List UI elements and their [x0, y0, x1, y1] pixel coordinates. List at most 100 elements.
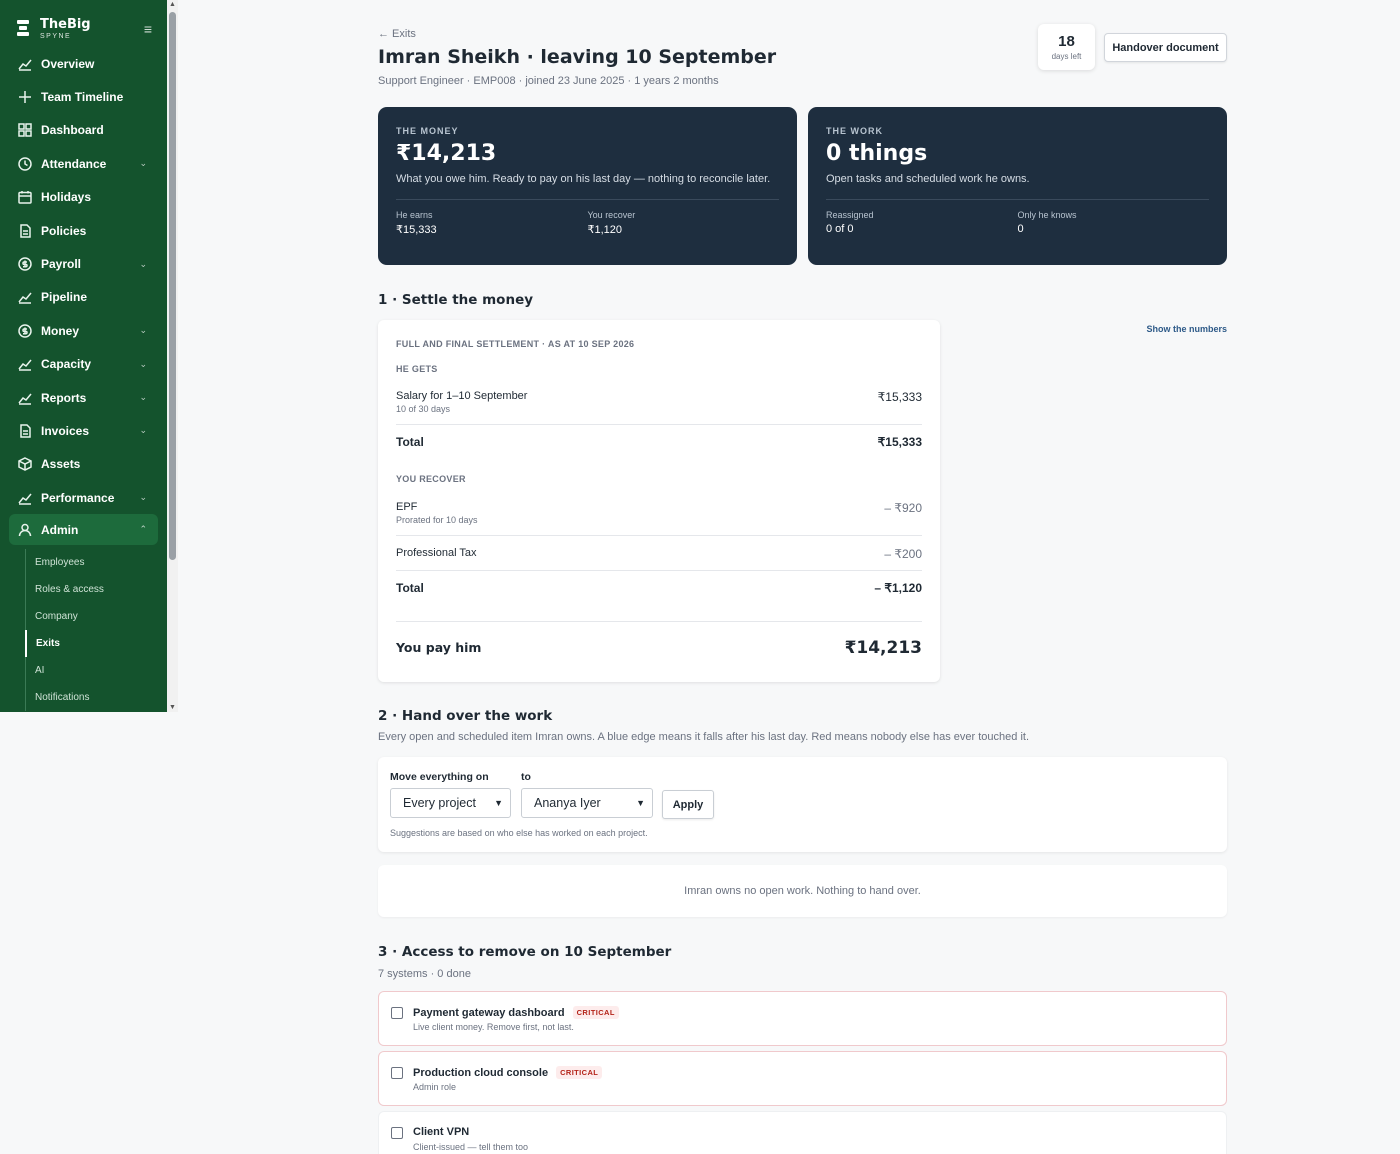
sidebar-item-label: Holidays — [41, 190, 92, 205]
access-section-title: 3 · Access to remove on 10 September — [378, 944, 672, 960]
only-he-knows-stat: Only he knows 0 — [1018, 210, 1210, 235]
scrollbar-thumb[interactable] — [169, 12, 176, 560]
brand-logo-icon — [17, 20, 29, 38]
back-link[interactable]: ← Exits — [378, 28, 416, 40]
user-icon — [18, 523, 41, 537]
chevron-down-icon: ⌄ — [139, 358, 147, 369]
chevron-up-icon: ⌃ — [139, 524, 147, 535]
sidebar-item-dashboard[interactable]: Dashboard — [0, 114, 167, 147]
project-select[interactable]: Every project ▼ — [390, 788, 511, 818]
sidebar-sub-roles-access[interactable]: Roles & access — [26, 576, 167, 603]
you-pay-label: You pay him — [396, 640, 482, 655]
divider — [396, 199, 779, 200]
row-label: Salary for 1–10 September — [396, 390, 528, 402]
chart-line-icon — [18, 357, 41, 371]
sidebar-item-label: Pipeline — [41, 290, 88, 305]
access-name-line: Client VPN — [413, 1126, 469, 1138]
chevron-down-icon: ⌄ — [139, 158, 147, 169]
chevron-down-icon: ▼ — [494, 798, 503, 808]
you-pay-row: You pay him ₹14,213 — [396, 621, 922, 673]
apply-button[interactable]: Apply — [662, 790, 714, 819]
sidebar-item-label: Assets — [41, 457, 81, 472]
sidebar-sub-ai[interactable]: AI — [26, 657, 167, 684]
sidebar-item-money[interactable]: Money ⌄ — [0, 314, 167, 347]
sidebar-item-label: Policies — [41, 223, 87, 238]
chart-line-icon — [18, 290, 41, 305]
sidebar-item-label: Overview — [41, 56, 95, 71]
sidebar-item-capacity[interactable]: Capacity ⌄ — [0, 348, 167, 381]
access-checkbox[interactable] — [391, 1127, 403, 1139]
scroll-down-icon[interactable]: ▼ — [169, 704, 176, 711]
sidebar-scrollbar[interactable]: ▲ ▼ — [167, 0, 178, 712]
person-select[interactable]: Ananya Iyer ▼ — [521, 788, 653, 818]
menu-toggle-icon[interactable]: ≡ — [144, 21, 152, 37]
grid-icon — [18, 123, 41, 138]
row-amount: – ₹920 — [884, 501, 922, 515]
row-amount: – ₹200 — [884, 547, 922, 561]
sidebar-item-label: Attendance — [41, 156, 107, 171]
sidebar-item-policies[interactable]: Policies — [0, 214, 167, 247]
sidebar: TheBig SPYNE ≡ Overview Team Timeline Dash… — [0, 0, 167, 712]
sidebar-item-performance[interactable]: Performance ⌄ — [0, 481, 167, 514]
sidebar-item-invoices[interactable]: Invoices ⌄ — [0, 414, 167, 447]
chevron-down-icon: ⌄ — [139, 392, 147, 403]
to-label: to — [521, 771, 531, 783]
stat-label: Reassigned — [826, 210, 874, 220]
sidebar-item-team-timeline[interactable]: Team Timeline — [0, 80, 167, 113]
money-card: THE MONEY ₹14,213 What you owe him. Read… — [378, 107, 797, 265]
reassigned-stat: Reassigned 0 of 0 — [826, 210, 1018, 235]
sidebar-item-attendance[interactable]: Attendance ⌄ — [0, 147, 167, 180]
chevron-down-icon: ⌄ — [139, 258, 147, 269]
sidebar-item-label: Money — [41, 323, 80, 338]
settlement-caption: FULL AND FINAL SETTLEMENT · AS AT 10 SEP… — [396, 339, 635, 349]
page-subtitle: Support Engineer · EMP008 · joined 23 Ju… — [378, 75, 719, 87]
sidebar-sub-company[interactable]: Company — [26, 603, 167, 630]
show-numbers-link[interactable]: Show the numbers — [1146, 324, 1227, 334]
sidebar-item-admin[interactable]: Admin ⌃ — [9, 514, 158, 546]
row-sub: 10 of 30 days — [396, 404, 451, 414]
dollar-coin-icon — [18, 324, 41, 338]
days-left-badge: 18 days left — [1038, 24, 1095, 70]
sidebar-nav: Overview Team Timeline Dashboard Attendance… — [0, 46, 167, 546]
move-hint: Suggestions are based on who else has wo… — [390, 828, 648, 838]
sidebar-item-assets[interactable]: Assets — [0, 448, 167, 481]
access-name: Payment gateway dashboard — [413, 1007, 565, 1019]
chevron-down-icon: ▼ — [636, 798, 645, 808]
scroll-up-icon[interactable]: ▲ — [169, 1, 176, 8]
access-checkbox[interactable] — [391, 1067, 403, 1079]
sidebar-item-label: Admin — [41, 522, 79, 537]
handover-document-button[interactable]: Handover document — [1104, 33, 1227, 62]
chart-line-icon — [18, 391, 41, 405]
access-checkbox[interactable] — [391, 1007, 403, 1019]
access-name-line: Production cloud console CRITICAL — [413, 1066, 603, 1079]
he-gets-label: HE GETS — [396, 364, 438, 374]
row-sub: Prorated for 10 days — [396, 515, 478, 525]
brand: TheBig SPYNE ≡ — [0, 0, 167, 46]
access-item-cloud-console: Production cloud console CRITICAL Admin r… — [378, 1051, 1227, 1106]
sidebar-item-label: Payroll — [41, 257, 82, 272]
sidebar-item-overview[interactable]: Overview — [0, 47, 167, 80]
document-icon — [18, 223, 41, 238]
sidebar-sub-employees[interactable]: Employees — [26, 549, 167, 576]
work-card-value: 0 things — [826, 141, 928, 166]
stat-label: Only he knows — [1017, 210, 1077, 220]
access-summary: 7 systems · 0 done — [378, 968, 471, 980]
sidebar-item-pipeline[interactable]: Pipeline — [0, 281, 167, 314]
access-desc: Live client money. Remove first, not las… — [413, 1022, 574, 1032]
sidebar-item-label: Invoices — [41, 423, 90, 438]
no-work-message: Imran owns no open work. Nothing to hand… — [378, 865, 1227, 917]
settlement-row: EPF Prorated for 10 days – ₹920 — [396, 501, 922, 536]
divider — [826, 199, 1209, 200]
sidebar-sub-exits[interactable]: Exits — [25, 630, 167, 658]
stat-value: 0 of 0 — [826, 223, 854, 235]
sidebar-item-payroll[interactable]: Payroll ⌄ — [0, 247, 167, 280]
recover-total-row: Total – ₹1,120 — [396, 581, 922, 595]
brand-name: TheBig — [40, 16, 91, 32]
sidebar-item-reports[interactable]: Reports ⌄ — [0, 381, 167, 414]
sidebar-item-holidays[interactable]: Holidays — [0, 181, 167, 214]
sidebar-sub-notifications[interactable]: Notifications — [26, 684, 167, 711]
access-name-line: Payment gateway dashboard CRITICAL — [413, 1006, 619, 1019]
days-left-number: 18 — [1058, 33, 1075, 50]
row-label: Professional Tax — [396, 547, 477, 559]
sidebar-item-label: Team Timeline — [41, 90, 124, 105]
